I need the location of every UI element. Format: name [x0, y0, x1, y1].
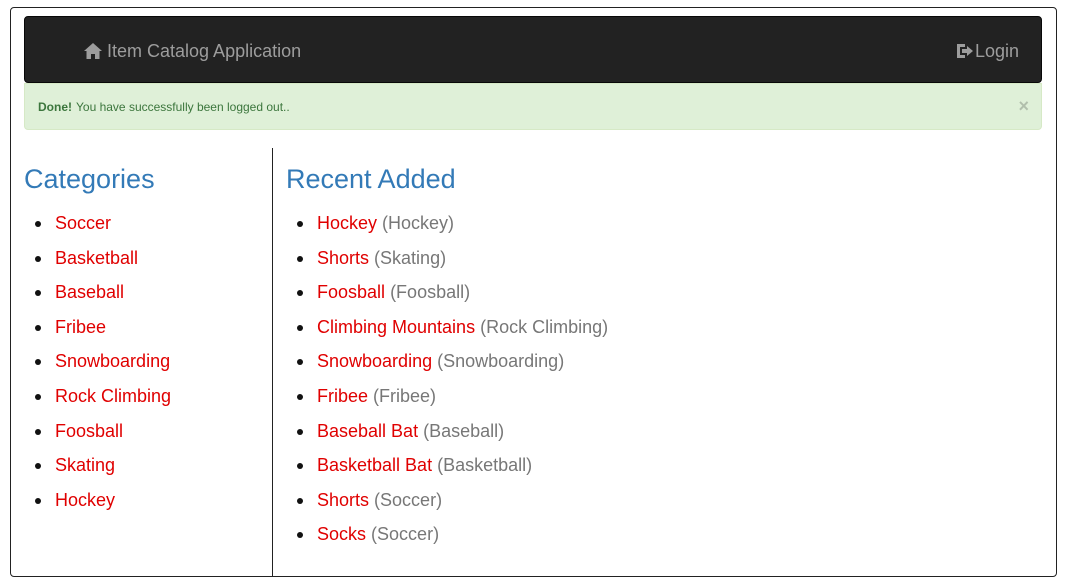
recent-item-link[interactable]: Baseball Bat [317, 421, 418, 441]
recent-item: Baseball Bat (Baseball) [286, 414, 1026, 449]
recent-item-category: (Hockey) [382, 213, 455, 233]
home-icon [83, 41, 103, 61]
log-in-icon [956, 42, 974, 60]
navbar: Item Catalog Application Login [24, 16, 1042, 83]
brand-label: Item Catalog Application [107, 40, 302, 61]
category-item: Baseball [24, 275, 264, 310]
recent-item-link[interactable]: Hockey [317, 213, 377, 233]
recent-item: Socks (Soccer) [286, 517, 1026, 552]
recent-item-category: (Foosball) [390, 282, 471, 303]
category-link[interactable]: Soccer [55, 213, 111, 233]
column-divider [272, 148, 273, 576]
login-link[interactable]: Login [956, 39, 1019, 63]
recent-item-link[interactable]: Socks [317, 524, 366, 544]
category-link[interactable]: Rock Climbing [55, 386, 171, 406]
category-link[interactable]: Hockey [55, 490, 115, 510]
alert-message: You have successfully been logged out.. [76, 99, 290, 114]
success-alert: Done! You have successfully been logged … [24, 83, 1042, 130]
recent-item-link[interactable]: Basketball Bat [317, 455, 432, 475]
recent-item-category: (Soccer) [371, 524, 440, 545]
recent-item-link[interactable]: Shorts [317, 490, 369, 510]
categories-list: Soccer Basketball Baseball Fribee Snowbo… [24, 206, 264, 517]
recent-item-link[interactable]: Fribee [317, 386, 368, 406]
recent-item-link[interactable]: Snowboarding [317, 351, 432, 371]
category-item: Rock Climbing [24, 379, 264, 414]
recent-item: Snowboarding (Snowboarding) [286, 344, 1026, 379]
category-link[interactable]: Fribee [55, 317, 106, 337]
recent-item-link[interactable]: Foosball [317, 282, 385, 302]
category-link[interactable]: Baseball [55, 282, 124, 302]
category-link[interactable]: Basketball [55, 248, 138, 268]
login-label: Login [974, 40, 1019, 61]
recent-item: Hockey (Hockey) [286, 206, 1026, 241]
category-item: Foosball [24, 414, 264, 449]
recent-item-link[interactable]: Shorts [317, 248, 369, 268]
category-item: Hockey [24, 483, 264, 518]
recent-item-category: (Rock Climbing) [480, 316, 609, 337]
recent-item: Basketball Bat (Basketball) [286, 448, 1026, 483]
recent-section: Recent Added Hockey (Hockey) Shorts (Ska… [286, 160, 1026, 552]
recent-item: Foosball (Foosball) [286, 275, 1026, 310]
recent-item: Climbing Mountains (Rock Climbing) [286, 310, 1026, 345]
recent-heading: Recent Added [286, 164, 456, 194]
recent-item-category: (Soccer) [374, 489, 443, 510]
recent-item: Shorts (Skating) [286, 241, 1026, 276]
recent-item: Fribee (Fribee) [286, 379, 1026, 414]
recent-item-category: (Baseball) [423, 420, 505, 441]
category-link[interactable]: Snowboarding [55, 351, 170, 371]
recent-item-category: (Basketball) [437, 455, 533, 476]
alert-strong: Done! [38, 99, 72, 114]
category-link[interactable]: Skating [55, 455, 115, 475]
recent-item-category: (Fribee) [373, 385, 437, 406]
recent-item-category: (Snowboarding) [437, 351, 565, 372]
category-item: Basketball [24, 241, 264, 276]
recent-list: Hockey (Hockey) Shorts (Skating) Foosbal… [286, 206, 1026, 552]
brand-link[interactable]: Item Catalog Application [83, 39, 301, 63]
category-item: Fribee [24, 310, 264, 345]
recent-item: Shorts (Soccer) [286, 483, 1026, 518]
category-item: Soccer [24, 206, 264, 241]
category-item: Skating [24, 448, 264, 483]
category-link[interactable]: Foosball [55, 421, 123, 441]
recent-item-category: (Skating) [374, 247, 447, 268]
alert-close-button[interactable]: × [1018, 96, 1029, 116]
categories-heading: Categories [24, 164, 155, 194]
recent-item-link[interactable]: Climbing Mountains [317, 317, 475, 337]
categories-section: Categories Soccer Basketball Baseball Fr… [24, 160, 264, 517]
category-item: Snowboarding [24, 344, 264, 379]
